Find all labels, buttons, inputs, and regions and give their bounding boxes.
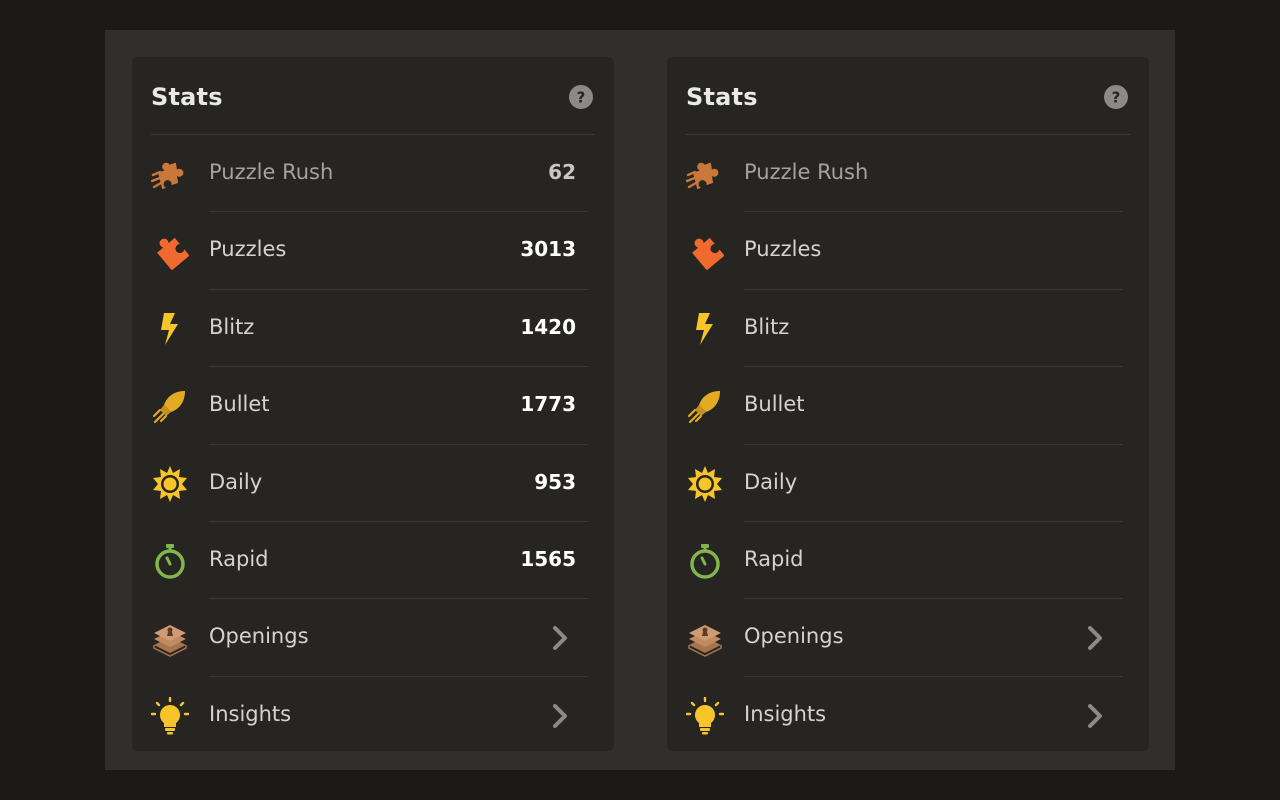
lightbulb-icon	[151, 696, 189, 735]
puzzle-piece-icon	[686, 232, 724, 271]
stats-card-left: Stats ? Puzzle Rush 62 Puzzles 3013 Blit…	[132, 57, 614, 751]
row-label: Daily	[744, 469, 798, 494]
row-openings[interactable]: Openings	[132, 599, 614, 677]
row-label: Puzzle Rush	[209, 160, 334, 184]
chevron-right-icon	[1085, 625, 1105, 651]
row-label: Daily	[209, 469, 263, 494]
row-label: Openings	[744, 624, 844, 649]
stats-frame: Stats ? Puzzle Rush 62 Puzzles 3013 Blit…	[105, 30, 1175, 770]
stats-list: Puzzle Rush Puzzles Blitz Bullet Daily R…	[667, 135, 1149, 754]
card-title: Stats	[151, 83, 223, 111]
rating-value: 953	[534, 469, 576, 494]
puzzle-rush-icon	[151, 155, 189, 193]
row-blitz[interactable]: Blitz	[667, 290, 1149, 368]
stats-card-right: Stats ? Puzzle Rush Puzzles Blitz Bullet…	[667, 57, 1149, 751]
stopwatch-icon	[151, 542, 189, 580]
rating-value: 1565	[520, 546, 576, 571]
svg-text:?: ?	[1112, 89, 1121, 107]
rating-value: 1420	[520, 314, 576, 339]
row-label: Blitz	[744, 314, 790, 339]
card-title: Stats	[686, 83, 758, 111]
chevron-right-icon	[550, 625, 570, 651]
row-daily[interactable]: Daily 953	[132, 445, 614, 522]
lightning-icon	[151, 310, 189, 348]
row-blitz[interactable]: Blitz 1420	[132, 290, 614, 368]
row-insights[interactable]: Insights	[132, 677, 614, 754]
chevron-right-icon	[550, 703, 570, 729]
sun-icon	[151, 465, 189, 503]
row-label: Puzzles	[744, 237, 822, 262]
lightning-icon	[686, 310, 724, 348]
question-circle-icon[interactable]: ?	[569, 85, 593, 109]
row-label: Insights	[744, 701, 827, 726]
row-label: Rapid	[209, 546, 269, 571]
row-label: Rapid	[744, 546, 804, 571]
row-puzzle-rush[interactable]: Puzzle Rush	[667, 135, 1149, 213]
stats-list: Puzzle Rush 62 Puzzles 3013 Blitz 1420 B…	[132, 135, 614, 754]
row-label: Puzzle Rush	[744, 160, 869, 184]
openings-book-icon	[686, 619, 724, 658]
row-rapid[interactable]: Rapid	[667, 522, 1149, 600]
stopwatch-icon	[686, 542, 724, 580]
bullet-icon	[151, 387, 189, 425]
row-bullet[interactable]: Bullet	[667, 367, 1149, 445]
openings-book-icon	[151, 619, 189, 658]
row-label: Bullet	[209, 392, 270, 417]
row-insights[interactable]: Insights	[667, 677, 1149, 754]
row-rapid[interactable]: Rapid 1565	[132, 522, 614, 600]
chevron-right-icon	[1085, 703, 1105, 729]
card-header: Stats ?	[151, 57, 595, 135]
row-puzzles[interactable]: Puzzles 3013	[132, 212, 614, 290]
puzzle-piece-icon	[151, 232, 189, 271]
row-puzzles[interactable]: Puzzles	[667, 212, 1149, 290]
row-label: Bullet	[744, 392, 805, 417]
row-label: Blitz	[209, 314, 255, 339]
row-bullet[interactable]: Bullet 1773	[132, 367, 614, 445]
row-openings[interactable]: Openings	[667, 599, 1149, 677]
sun-icon	[686, 465, 724, 503]
puzzle-rush-icon	[686, 155, 724, 193]
row-label: Insights	[209, 701, 292, 726]
rating-value: 3013	[520, 237, 576, 262]
bullet-icon	[686, 387, 724, 425]
row-label: Puzzles	[209, 237, 287, 262]
card-header: Stats ?	[686, 57, 1130, 135]
rating-value: 1773	[520, 392, 576, 417]
row-label: Openings	[209, 624, 309, 649]
rating-value: 62	[548, 160, 576, 184]
row-daily[interactable]: Daily	[667, 445, 1149, 522]
lightbulb-icon	[686, 696, 724, 735]
row-puzzle-rush[interactable]: Puzzle Rush 62	[132, 135, 614, 213]
svg-text:?: ?	[577, 89, 586, 107]
question-circle-icon[interactable]: ?	[1104, 85, 1128, 109]
